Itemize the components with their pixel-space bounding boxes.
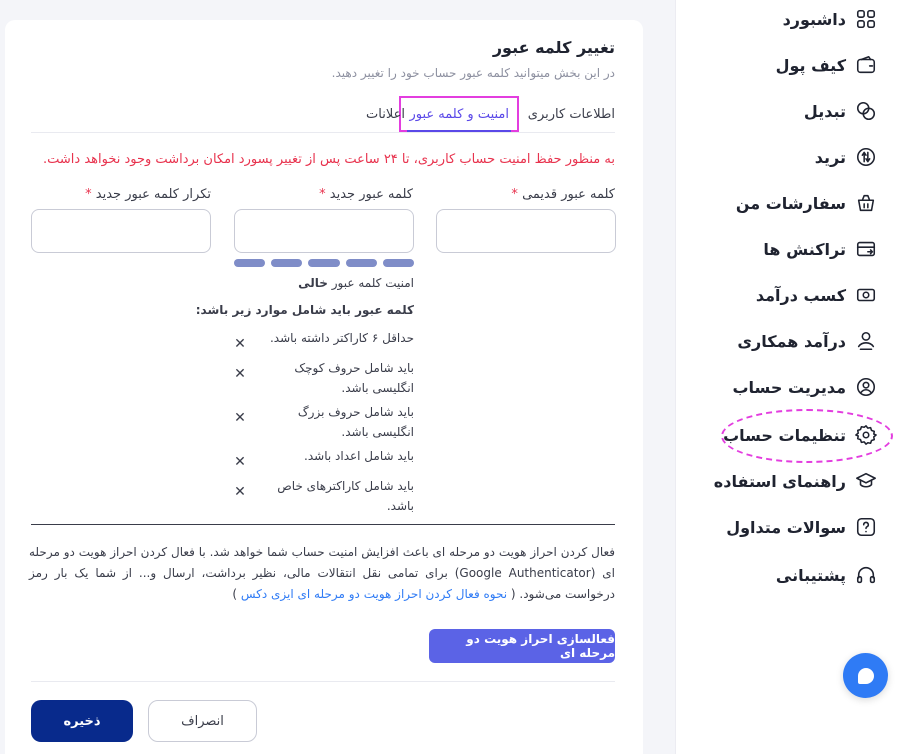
requirement-item: ✕ باید شامل کاراکترهای خاص باشد. <box>234 476 414 516</box>
enable-2fa-button[interactable]: فعالسازی احراز هویت دو مرحله ای <box>429 629 615 663</box>
close-icon: ✕ <box>234 366 246 382</box>
required-mark: * <box>85 187 92 202</box>
password-strength-meter <box>234 259 415 267</box>
graduation-cap-icon <box>854 469 878 493</box>
exchange-icon <box>854 99 878 123</box>
sidebar-item-account-settings[interactable]: تنظیمات حساب <box>723 419 878 451</box>
close-icon: ✕ <box>234 484 246 500</box>
sidebar-item-exchange[interactable]: تبدیل <box>804 95 878 127</box>
sidebar-item-trade[interactable]: ترید <box>815 141 878 173</box>
sidebar-item-label: سفارشات من <box>735 193 846 213</box>
close-icon: ✕ <box>234 336 246 352</box>
repeat-password-label: تکرار کلمه عبور جدید * <box>85 187 211 202</box>
sidebar-item-label: سوالات متداول <box>726 517 846 537</box>
password-strength-text: امنیت کلمه عبور خالی <box>298 276 414 290</box>
close-icon: ✕ <box>234 454 246 470</box>
strength-segment <box>234 259 266 267</box>
requirements-title: کلمه عبور باید شامل موارد زیر باشد: <box>195 303 414 317</box>
question-icon <box>854 515 878 539</box>
sidebar-item-guide[interactable]: راهنمای استفاده <box>714 465 878 497</box>
sidebar-item-label: درآمد همکاری <box>737 331 846 351</box>
gear-icon <box>854 423 878 447</box>
chat-button[interactable] <box>843 653 888 698</box>
close-icon: ✕ <box>234 410 246 426</box>
requirement-item: ✕ باید شامل حروف کوچک انگلیسی باشد. <box>234 358 414 398</box>
cancel-button[interactable]: انصراف <box>148 700 257 742</box>
tab-notifications[interactable]: اعلانات <box>366 96 405 132</box>
headphones-icon <box>854 563 878 587</box>
settings-card: تغییر کلمه عبور در این بخش میتوانید کلمه… <box>5 20 643 754</box>
strength-segment <box>271 259 303 267</box>
required-mark: * <box>319 187 326 202</box>
sidebar-item-wallet[interactable]: کیف پول <box>776 49 878 81</box>
requirement-item: ✕ باید شامل اعداد باشد. <box>234 446 414 472</box>
sidebar-item-label: داشبورد <box>782 9 846 29</box>
sidebar-item-label: کسب درآمد <box>755 285 846 305</box>
twofa-description: فعال کردن احراز هویت دو مرحله ای باعث اف… <box>29 542 615 605</box>
old-password-label: کلمه عبور قدیمی * <box>511 187 615 202</box>
tab-security[interactable]: امنیت و کلمه عبور <box>399 96 519 132</box>
sidebar-item-transactions[interactable]: تراکنش ها <box>763 233 878 265</box>
sidebar-item-dashboard[interactable]: داشبورد <box>783 3 878 35</box>
sidebar-item-label: کیف پول <box>775 55 846 75</box>
chat-bubble-icon <box>857 667 874 684</box>
sidebar-item-label: ترید <box>814 147 846 167</box>
sidebar-item-orders[interactable]: سفارشات من <box>736 187 878 219</box>
sidebar-item-label: تبدیل <box>803 101 846 121</box>
requirement-item: ✕ باید شامل حروف بزرگ انگلیسی باشد. <box>234 402 414 442</box>
tabs: اطلاعات کاربری امنیت و کلمه عبور اعلانات <box>31 96 615 133</box>
page-subtitle: در این بخش میتوانید کلمه عبور حساب خود ر… <box>331 66 615 80</box>
strength-value: خالی <box>298 276 328 290</box>
repeat-password-input[interactable] <box>31 209 211 253</box>
strength-segment <box>345 259 377 267</box>
requirement-text: باید شامل اعداد باشد. <box>304 449 414 463</box>
twofa-guide-link[interactable]: نحوه فعال کردن احراز هویت دو مرحله ای ای… <box>241 587 507 601</box>
sidebar-item-earn[interactable]: کسب درآمد <box>756 279 878 311</box>
referral-icon <box>854 329 878 353</box>
sidebar-item-faq[interactable]: سوالات متداول <box>726 511 878 543</box>
requirement-text: باید شامل کاراکترهای خاص باشد. <box>277 479 414 513</box>
dashboard-icon <box>854 7 878 31</box>
strength-segment <box>308 259 340 267</box>
sidebar-item-label: مدیریت حساب <box>732 377 846 397</box>
strength-segment <box>382 259 415 267</box>
save-button[interactable]: ذخیره <box>31 700 133 742</box>
sidebar-item-label: تراکنش ها <box>763 239 846 259</box>
requirement-text: باید شامل حروف بزرگ انگلیسی باشد. <box>297 405 414 439</box>
new-password-label: کلمه عبور جدید * <box>319 187 413 202</box>
requirement-text: حداقل ۶ کاراکتر داشته باشد. <box>269 331 414 345</box>
new-password-label-text: کلمه عبور جدید <box>329 187 413 202</box>
withdrawal-warning: به منظور حفظ امنیت حساب کاربری، تا ۲۴ سا… <box>43 152 615 167</box>
tab-user-info[interactable]: اطلاعات کاربری <box>528 96 615 132</box>
twofa-text-end: ) <box>232 587 238 601</box>
requirement-text: باید شامل حروف کوچک انگلیسی باشد. <box>294 361 414 395</box>
sidebar-item-referral[interactable]: درآمد همکاری <box>737 325 878 357</box>
sidebar-item-label: پشتیبانی <box>775 565 846 585</box>
requirements-list: ✕ حداقل ۶ کاراکتر داشته باشد. ✕ باید شامل … <box>234 328 414 520</box>
required-mark: * <box>511 187 518 202</box>
user-icon <box>854 375 878 399</box>
transactions-icon <box>854 237 878 261</box>
new-password-input[interactable] <box>234 209 414 253</box>
page-title: تغییر کلمه عبور <box>492 38 615 57</box>
sidebar-item-support[interactable]: پشتیبانی <box>776 559 878 591</box>
strength-prefix: امنیت کلمه عبور <box>331 276 414 290</box>
section-divider <box>31 524 615 525</box>
footer-divider <box>31 681 615 682</box>
sidebar-item-label: راهنمای استفاده <box>713 471 846 491</box>
old-password-label-text: کلمه عبور قدیمی <box>522 187 615 202</box>
orders-icon <box>854 191 878 215</box>
earn-icon <box>854 283 878 307</box>
trade-icon <box>854 145 878 169</box>
sidebar-item-label: تنظیمات حساب <box>723 425 846 445</box>
sidebar-item-account-management[interactable]: مدیریت حساب <box>732 371 878 403</box>
sidebar: داشبورد کیف پول تبدیل ترید سفارشات من تر… <box>675 0 900 754</box>
requirement-item: ✕ حداقل ۶ کاراکتر داشته باشد. <box>234 328 414 354</box>
repeat-password-label-text: تکرار کلمه عبور جدید <box>95 187 211 202</box>
old-password-input[interactable] <box>436 209 616 253</box>
wallet-icon <box>854 53 878 77</box>
